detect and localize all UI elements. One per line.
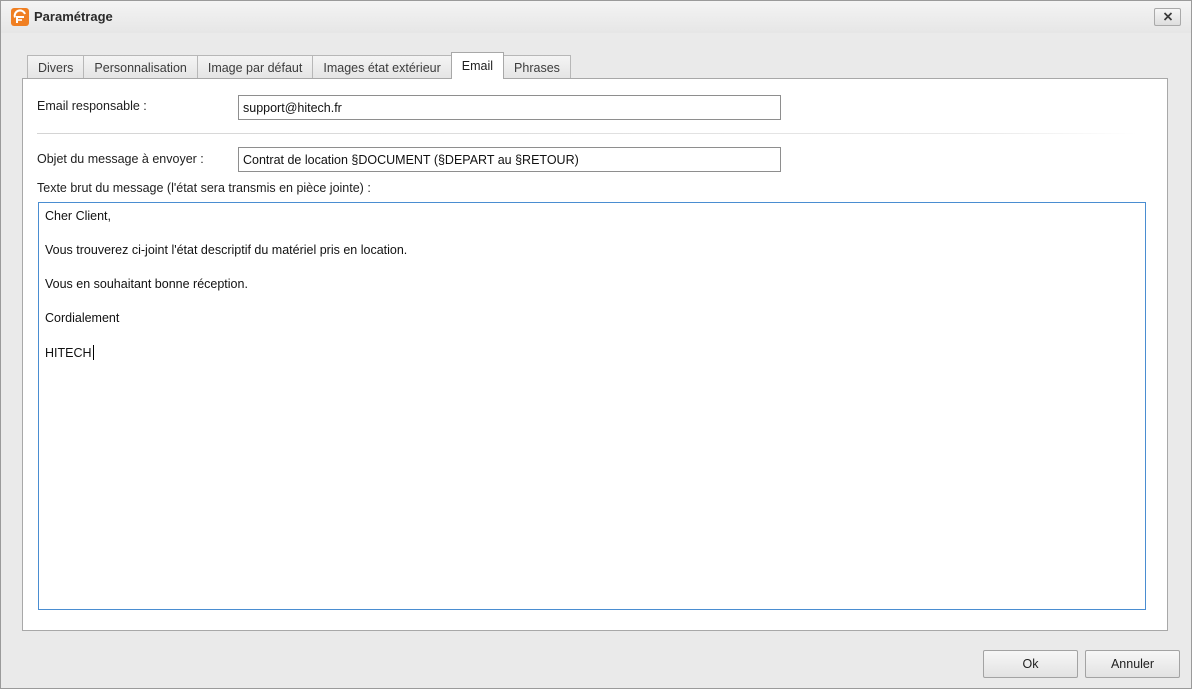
message-body-line: Vous en souhaitant bonne réception. [45, 277, 248, 291]
cancel-button[interactable]: Annuler [1085, 650, 1180, 678]
close-button[interactable] [1154, 8, 1181, 26]
message-body-line: Cordialement [45, 311, 120, 325]
section-divider [37, 133, 1137, 134]
message-body-line: Cher Client, [45, 209, 111, 223]
message-body-text: HITECH [45, 346, 92, 360]
tab-email[interactable]: Email [450, 52, 505, 79]
ok-button[interactable]: Ok [983, 650, 1078, 678]
app-logo-icon [11, 8, 29, 26]
message-body-line: Vous trouverez ci-joint l'état descripti… [45, 243, 408, 257]
settings-tabs: Divers Personnalisation Image par défaut… [27, 52, 571, 79]
message-body-textarea[interactable]: Cher Client, Vous trouverez ci-joint l'é… [38, 202, 1146, 610]
tab-image-par-defaut[interactable]: Image par défaut [196, 55, 314, 79]
settings-dialog: Paramétrage Divers Personnalisation Imag… [0, 0, 1192, 689]
email-responsible-label: Email responsable : [37, 99, 147, 113]
window-title: Paramétrage [34, 9, 113, 24]
tab-phrases[interactable]: Phrases [503, 55, 571, 79]
email-responsible-input[interactable] [238, 95, 781, 120]
message-subject-input[interactable] [238, 147, 781, 172]
message-body-line-last: HITECH [45, 345, 1139, 379]
close-icon [1163, 10, 1173, 24]
email-tab-panel: Email responsable : Objet du message à e… [22, 78, 1168, 631]
text-caret [92, 345, 94, 360]
title-bar[interactable]: Paramétrage [1, 1, 1191, 33]
tab-personnalisation[interactable]: Personnalisation [83, 55, 198, 79]
message-subject-label: Objet du message à envoyer : [37, 152, 204, 166]
tab-divers[interactable]: Divers [27, 55, 85, 79]
tab-images-etat-exterieur[interactable]: Images état extérieur [312, 55, 452, 79]
message-body-label: Texte brut du message (l'état sera trans… [37, 181, 371, 195]
